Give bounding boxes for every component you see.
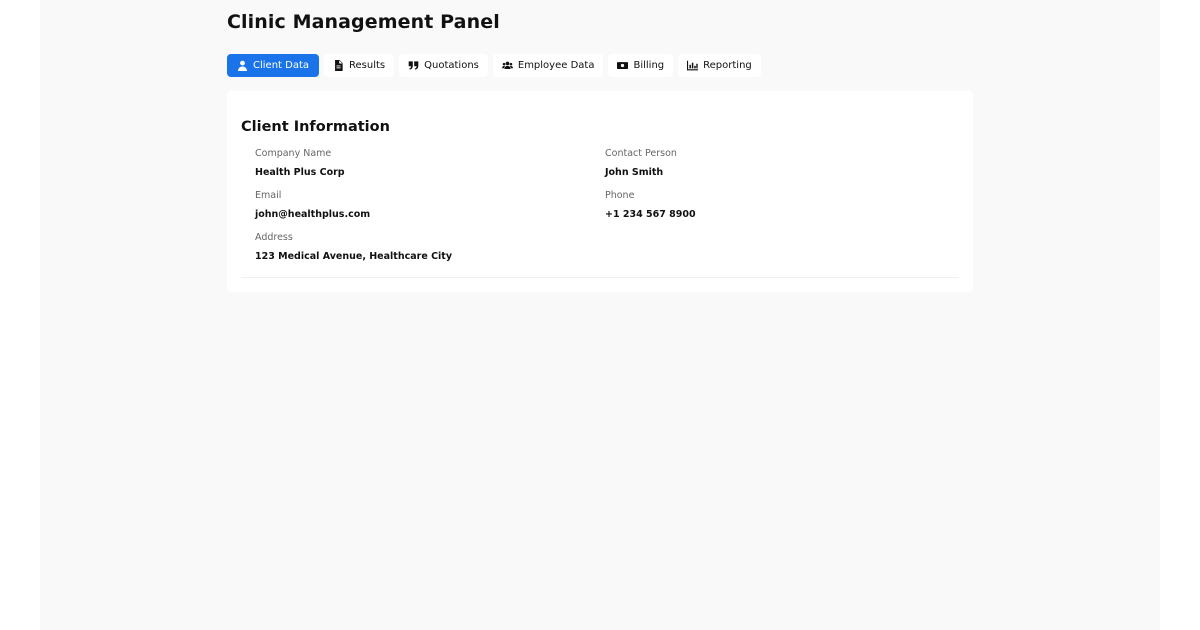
contact-person-value: John Smith: [605, 167, 664, 178]
tab-results[interactable]: Results: [324, 54, 395, 77]
user-icon: [237, 60, 248, 71]
phone-field: Phone +1 234 567 8900: [605, 189, 945, 222]
tab-label: Quotations: [424, 60, 479, 71]
address-field: Address 123 Medical Avenue, Healthcare C…: [255, 231, 595, 264]
file-icon: [333, 60, 344, 71]
tab-label: Billing: [633, 60, 665, 71]
phone-label: Phone: [605, 190, 635, 201]
company-name-value: Health Plus Corp: [255, 167, 345, 178]
phone-value: +1 234 567 8900: [605, 209, 696, 220]
address-label: Address: [255, 232, 293, 243]
tab-reporting[interactable]: Reporting: [678, 54, 761, 77]
client-info-card: Client Information Company Name Health P…: [227, 91, 973, 292]
page-background: Clinic Management Panel Client Data Resu…: [40, 0, 1160, 630]
quote-icon: [408, 60, 419, 71]
chart-icon: [687, 60, 699, 71]
email-label: Email: [255, 190, 282, 201]
contact-person-field: Contact Person John Smith: [605, 147, 945, 180]
tab-label: Results: [349, 60, 386, 71]
tab-client-data[interactable]: Client Data: [227, 54, 320, 77]
tab-billing[interactable]: Billing: [608, 54, 674, 77]
email-field: Email john@healthplus.com: [255, 189, 595, 222]
tab-label: Reporting: [703, 60, 752, 71]
tab-label: Client Data: [253, 60, 310, 71]
company-name-field: Company Name Health Plus Corp: [255, 147, 595, 180]
tab-quotations[interactable]: Quotations: [399, 54, 488, 77]
client-info-title: Client Information: [241, 119, 390, 135]
page-title: Clinic Management Panel: [227, 11, 500, 33]
money-bill-icon: [617, 60, 629, 71]
contact-person-label: Contact Person: [605, 148, 677, 159]
tab-bar: Client Data Results Quotations Employee …: [227, 54, 761, 77]
users-icon: [501, 60, 513, 71]
email-value: john@healthplus.com: [255, 209, 371, 220]
tab-employee-data[interactable]: Employee Data: [492, 54, 604, 77]
address-value: 123 Medical Avenue, Healthcare City: [255, 251, 453, 262]
company-name-label: Company Name: [255, 148, 332, 159]
tab-label: Employee Data: [517, 60, 595, 71]
